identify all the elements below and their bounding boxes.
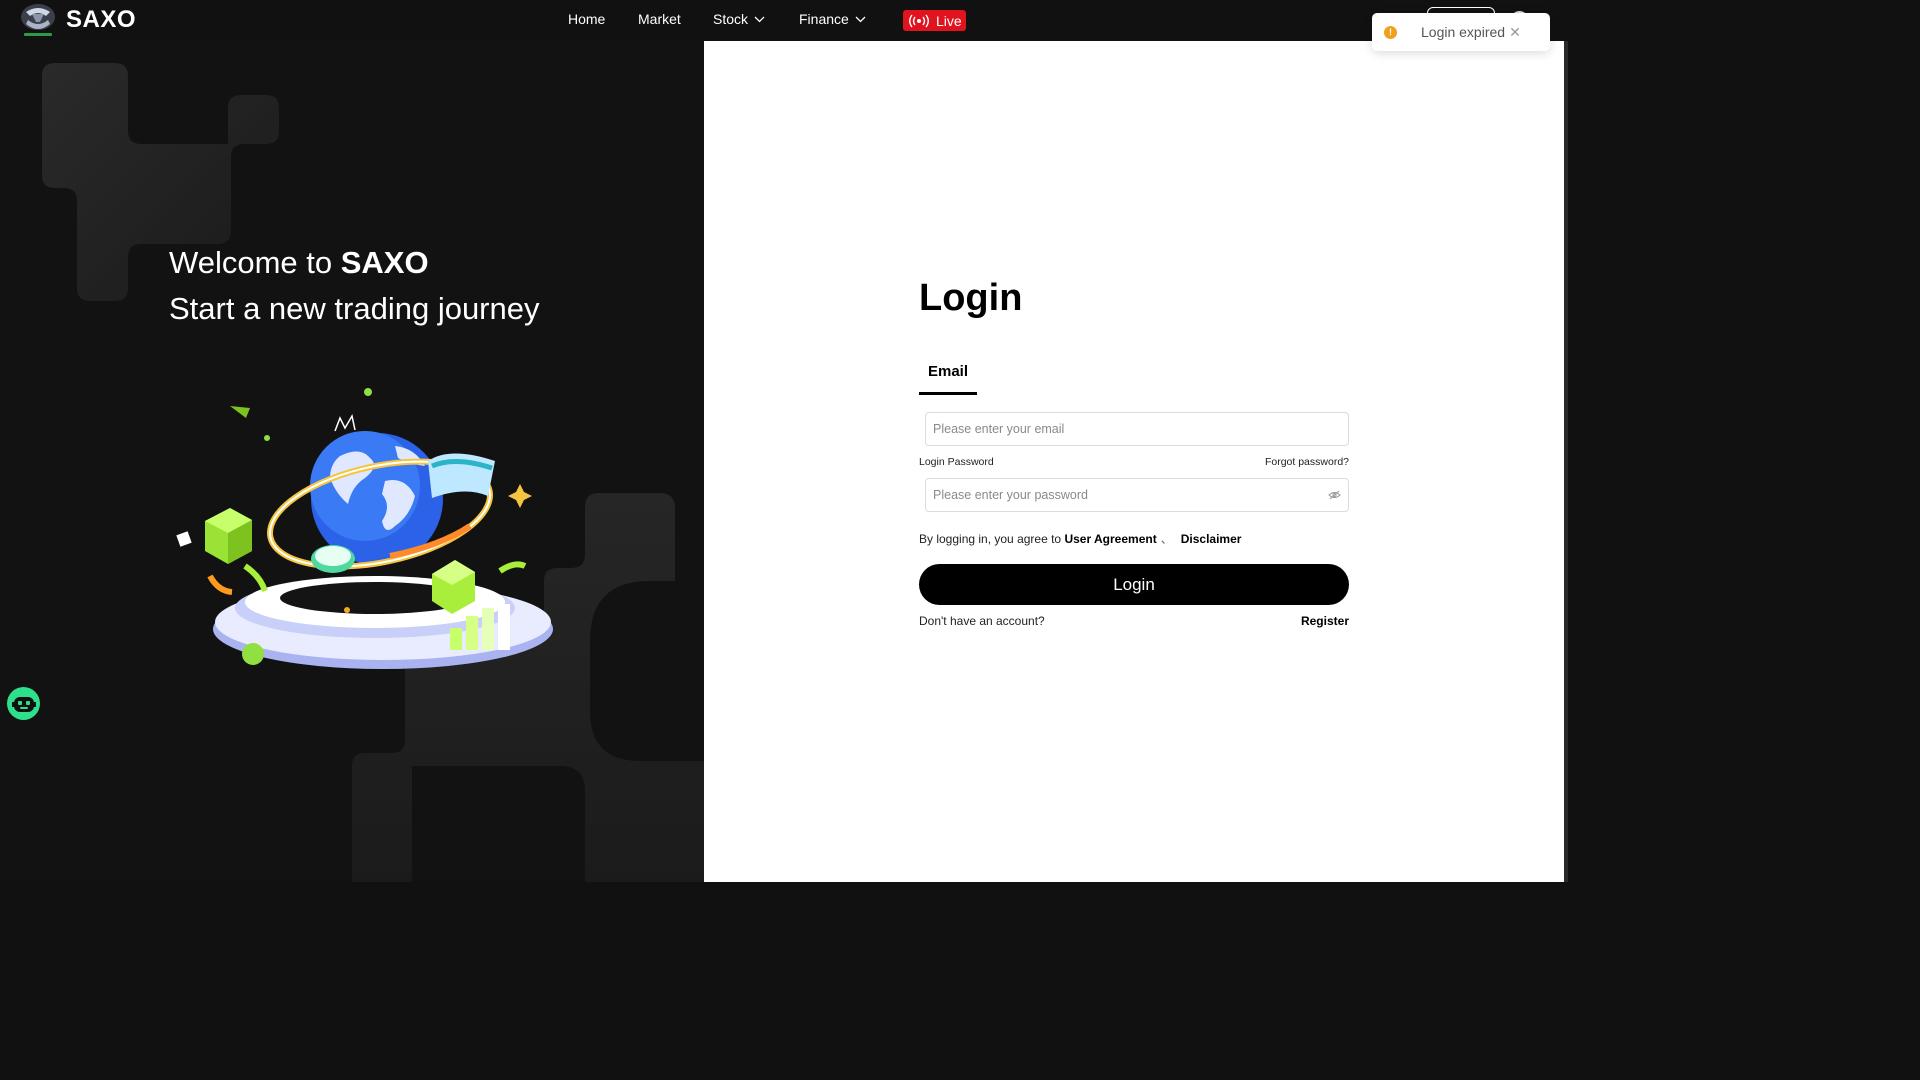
robot-icon: [11, 696, 36, 712]
close-icon[interactable]: ✕: [1509, 24, 1521, 41]
password-input[interactable]: [933, 488, 1328, 502]
nav-stock-label: Stock: [713, 11, 749, 27]
page: SAXO Home Market Stock Finance Live Welc…: [0, 0, 1568, 882]
agreement-separator: 、: [1160, 532, 1173, 546]
eye-hidden-icon[interactable]: [1328, 490, 1341, 500]
welcome-line: Welcome to SAXO: [169, 240, 540, 286]
hero-section: Welcome to SAXO Start a new trading jour…: [0, 41, 704, 882]
login-title: Login: [919, 277, 1023, 319]
broadcast-icon: [909, 14, 929, 27]
chat-bot-button[interactable]: [7, 687, 40, 720]
top-navbar: SAXO Home Market Stock Finance Live: [0, 0, 1568, 41]
warning-icon: !: [1384, 25, 1397, 39]
brand-logo[interactable]: SAXO: [18, 2, 136, 38]
brand-name: SAXO: [66, 6, 137, 33]
nav-stock[interactable]: Stock: [713, 11, 765, 27]
email-input[interactable]: [933, 422, 1341, 436]
forgot-password-link[interactable]: Forgot password?: [1265, 456, 1349, 468]
register-link[interactable]: Register: [1301, 614, 1349, 628]
disclaimer-link[interactable]: Disclaimer: [1181, 532, 1242, 546]
user-agreement-link[interactable]: User Agreement: [1064, 532, 1156, 546]
nav-home-label: Home: [568, 11, 606, 27]
saxo-logo-icon: [21, 4, 55, 36]
nav-finance-label: Finance: [799, 11, 849, 27]
globe-illustration: [176, 388, 553, 669]
chevron-down-icon: [855, 16, 866, 22]
login-panel: Login Email Login Password Forgot passwo…: [704, 41, 1564, 882]
scrollbar[interactable]: [1564, 0, 1568, 882]
chevron-down-icon: [754, 16, 765, 22]
agreement-text: By logging in, you agree to User Agreeme…: [919, 530, 1241, 547]
login-button[interactable]: Login: [919, 564, 1349, 605]
nav-finance[interactable]: Finance: [799, 11, 866, 27]
tagline: Start a new trading journey: [169, 291, 540, 326]
live-label: Live: [936, 12, 962, 29]
no-account-text: Don't have an account?: [919, 614, 1045, 628]
password-label: Login Password: [919, 456, 994, 468]
welcome-prefix: Welcome to: [169, 245, 341, 280]
agreement-prefix: By logging in, you agree to: [919, 532, 1065, 546]
nav-home[interactable]: Home: [568, 11, 605, 27]
welcome-brand: SAXO: [340, 245, 429, 280]
nav-market[interactable]: Market: [638, 11, 681, 27]
live-button[interactable]: Live: [903, 10, 966, 31]
welcome-heading: Welcome to SAXO Start a new trading jour…: [169, 240, 540, 332]
password-field[interactable]: [925, 478, 1349, 512]
email-field[interactable]: [925, 412, 1349, 446]
toast-message: Login expired: [1421, 24, 1506, 40]
toast-notification: ! Login expired ✕: [1372, 13, 1550, 51]
nav-market-label: Market: [638, 11, 681, 27]
tab-email[interactable]: Email: [919, 363, 977, 395]
